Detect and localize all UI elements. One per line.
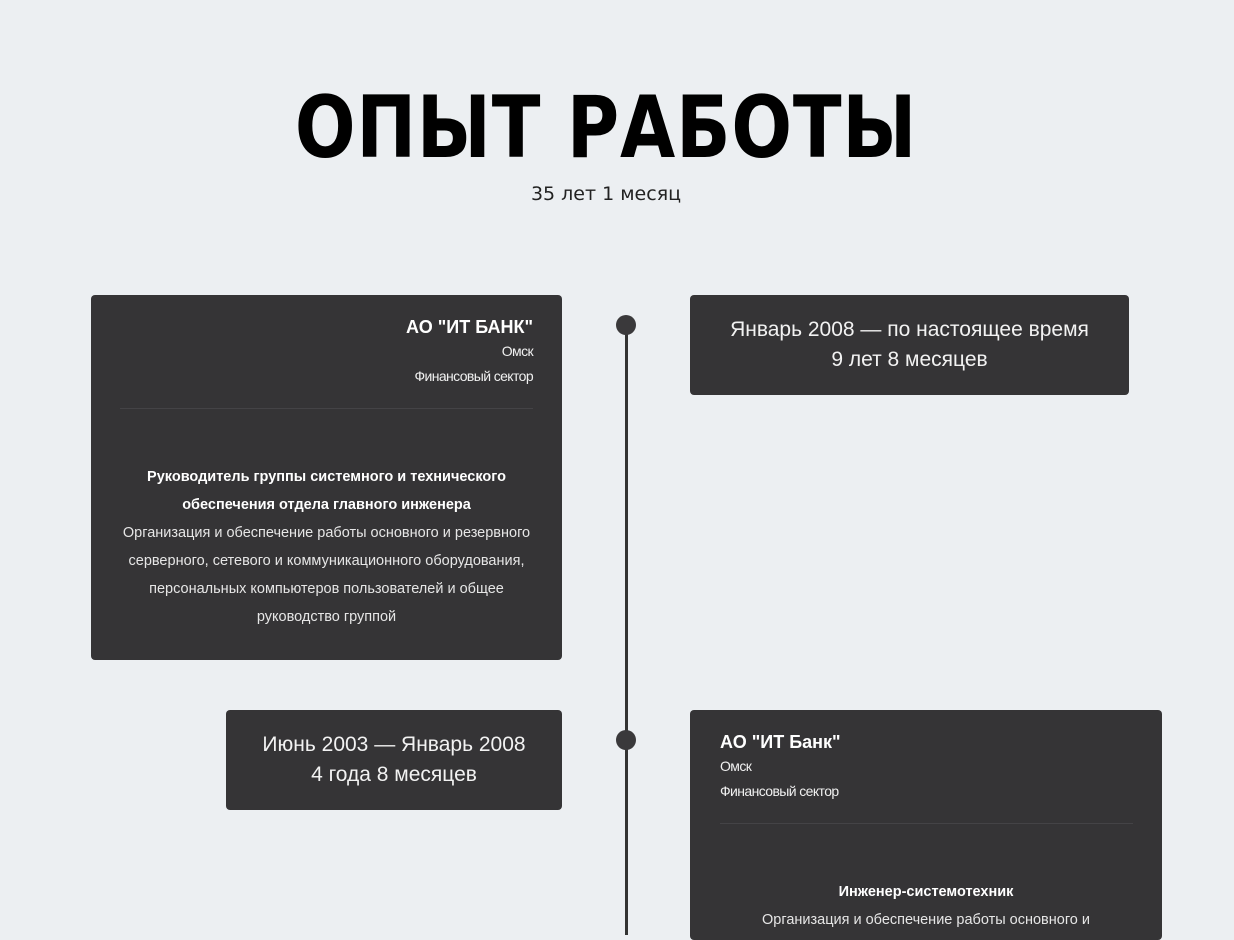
job-description-block: Руководитель группы системного и техниче…	[113, 463, 540, 631]
timeline-dot	[616, 730, 636, 750]
job-position: Руководитель группы системного и техниче…	[147, 469, 506, 513]
timeline-dot	[616, 315, 636, 335]
company-info: АО "ИТ Банк" Омск Финансовый сектор	[720, 730, 841, 804]
company-city: Омск	[720, 758, 752, 774]
company-info: АО "ИТ БАНК" Омск Финансовый сектор	[405, 315, 534, 389]
total-experience: 35 лет 1 месяц	[530, 183, 682, 205]
company-name: АО "ИТ Банк"	[720, 732, 841, 752]
job-period: Январь 2008 — по настоящее время	[730, 318, 1089, 341]
job-position: Инженер-системотехник	[838, 884, 1014, 900]
period-card: Июнь 2003 — Январь 2008 4 года 8 месяцев	[226, 710, 562, 810]
company-industry: Финансовый сектор	[720, 783, 839, 799]
company-city: Омск	[501, 343, 534, 359]
job-description: Организация и обеспечение работы основно…	[122, 525, 531, 625]
job-card: АО "ИТ БАНК" Омск Финансовый сектор Руко…	[91, 295, 562, 660]
divider	[120, 408, 533, 409]
job-duration: 4 года 8 месяцев	[311, 763, 477, 786]
job-duration: 9 лет 8 месяцев	[831, 348, 988, 371]
job-card: АО "ИТ Банк" Омск Финансовый сектор Инже…	[690, 710, 1162, 940]
company-name: АО "ИТ БАНК"	[405, 317, 533, 337]
divider	[720, 823, 1133, 824]
period-card: Январь 2008 — по настоящее время 9 лет 8…	[690, 295, 1129, 395]
page-title: ОПЫТ РАБОТЫ	[294, 78, 918, 178]
company-industry: Финансовый сектор	[414, 368, 533, 384]
timeline-line	[625, 325, 628, 935]
job-period: Июнь 2003 — Январь 2008	[262, 733, 526, 756]
